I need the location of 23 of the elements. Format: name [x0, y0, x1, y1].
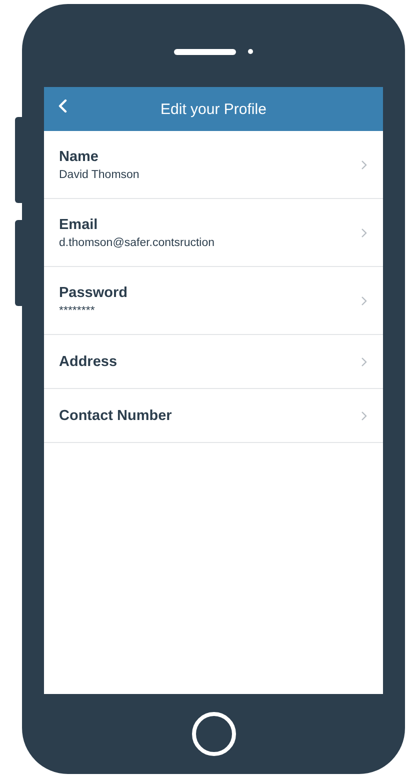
row-value: David Thomson — [59, 168, 140, 180]
back-icon — [58, 99, 67, 113]
speaker-icon — [174, 48, 236, 54]
chevron-icon — [361, 296, 367, 306]
camera-icon — [248, 49, 253, 54]
row-label: Address — [59, 354, 118, 370]
chevron-icon — [361, 160, 367, 170]
screen-title: Edit your Profile — [160, 100, 266, 118]
row-label: Password — [59, 284, 128, 300]
row-value: ******** — [59, 304, 96, 316]
chevron-icon — [361, 356, 367, 366]
profile-row[interactable]: Email d.thomson@safer.contsruction — [44, 199, 383, 267]
chevron-icon — [361, 410, 367, 420]
chevron-icon — [361, 228, 367, 238]
row-label: Contact Number — [59, 408, 172, 424]
row-label: Name — [59, 148, 100, 164]
row-value: d.thomson@safer.contsruction — [59, 236, 215, 248]
home-button[interactable] — [192, 712, 236, 756]
profile-row[interactable]: Name David Thomson — [44, 131, 383, 199]
profile-row[interactable]: Address — [44, 335, 383, 389]
row-label: Email — [59, 216, 99, 232]
profile-row[interactable]: Password ******** — [44, 267, 383, 335]
profile-row[interactable]: Contact Number — [44, 389, 383, 443]
